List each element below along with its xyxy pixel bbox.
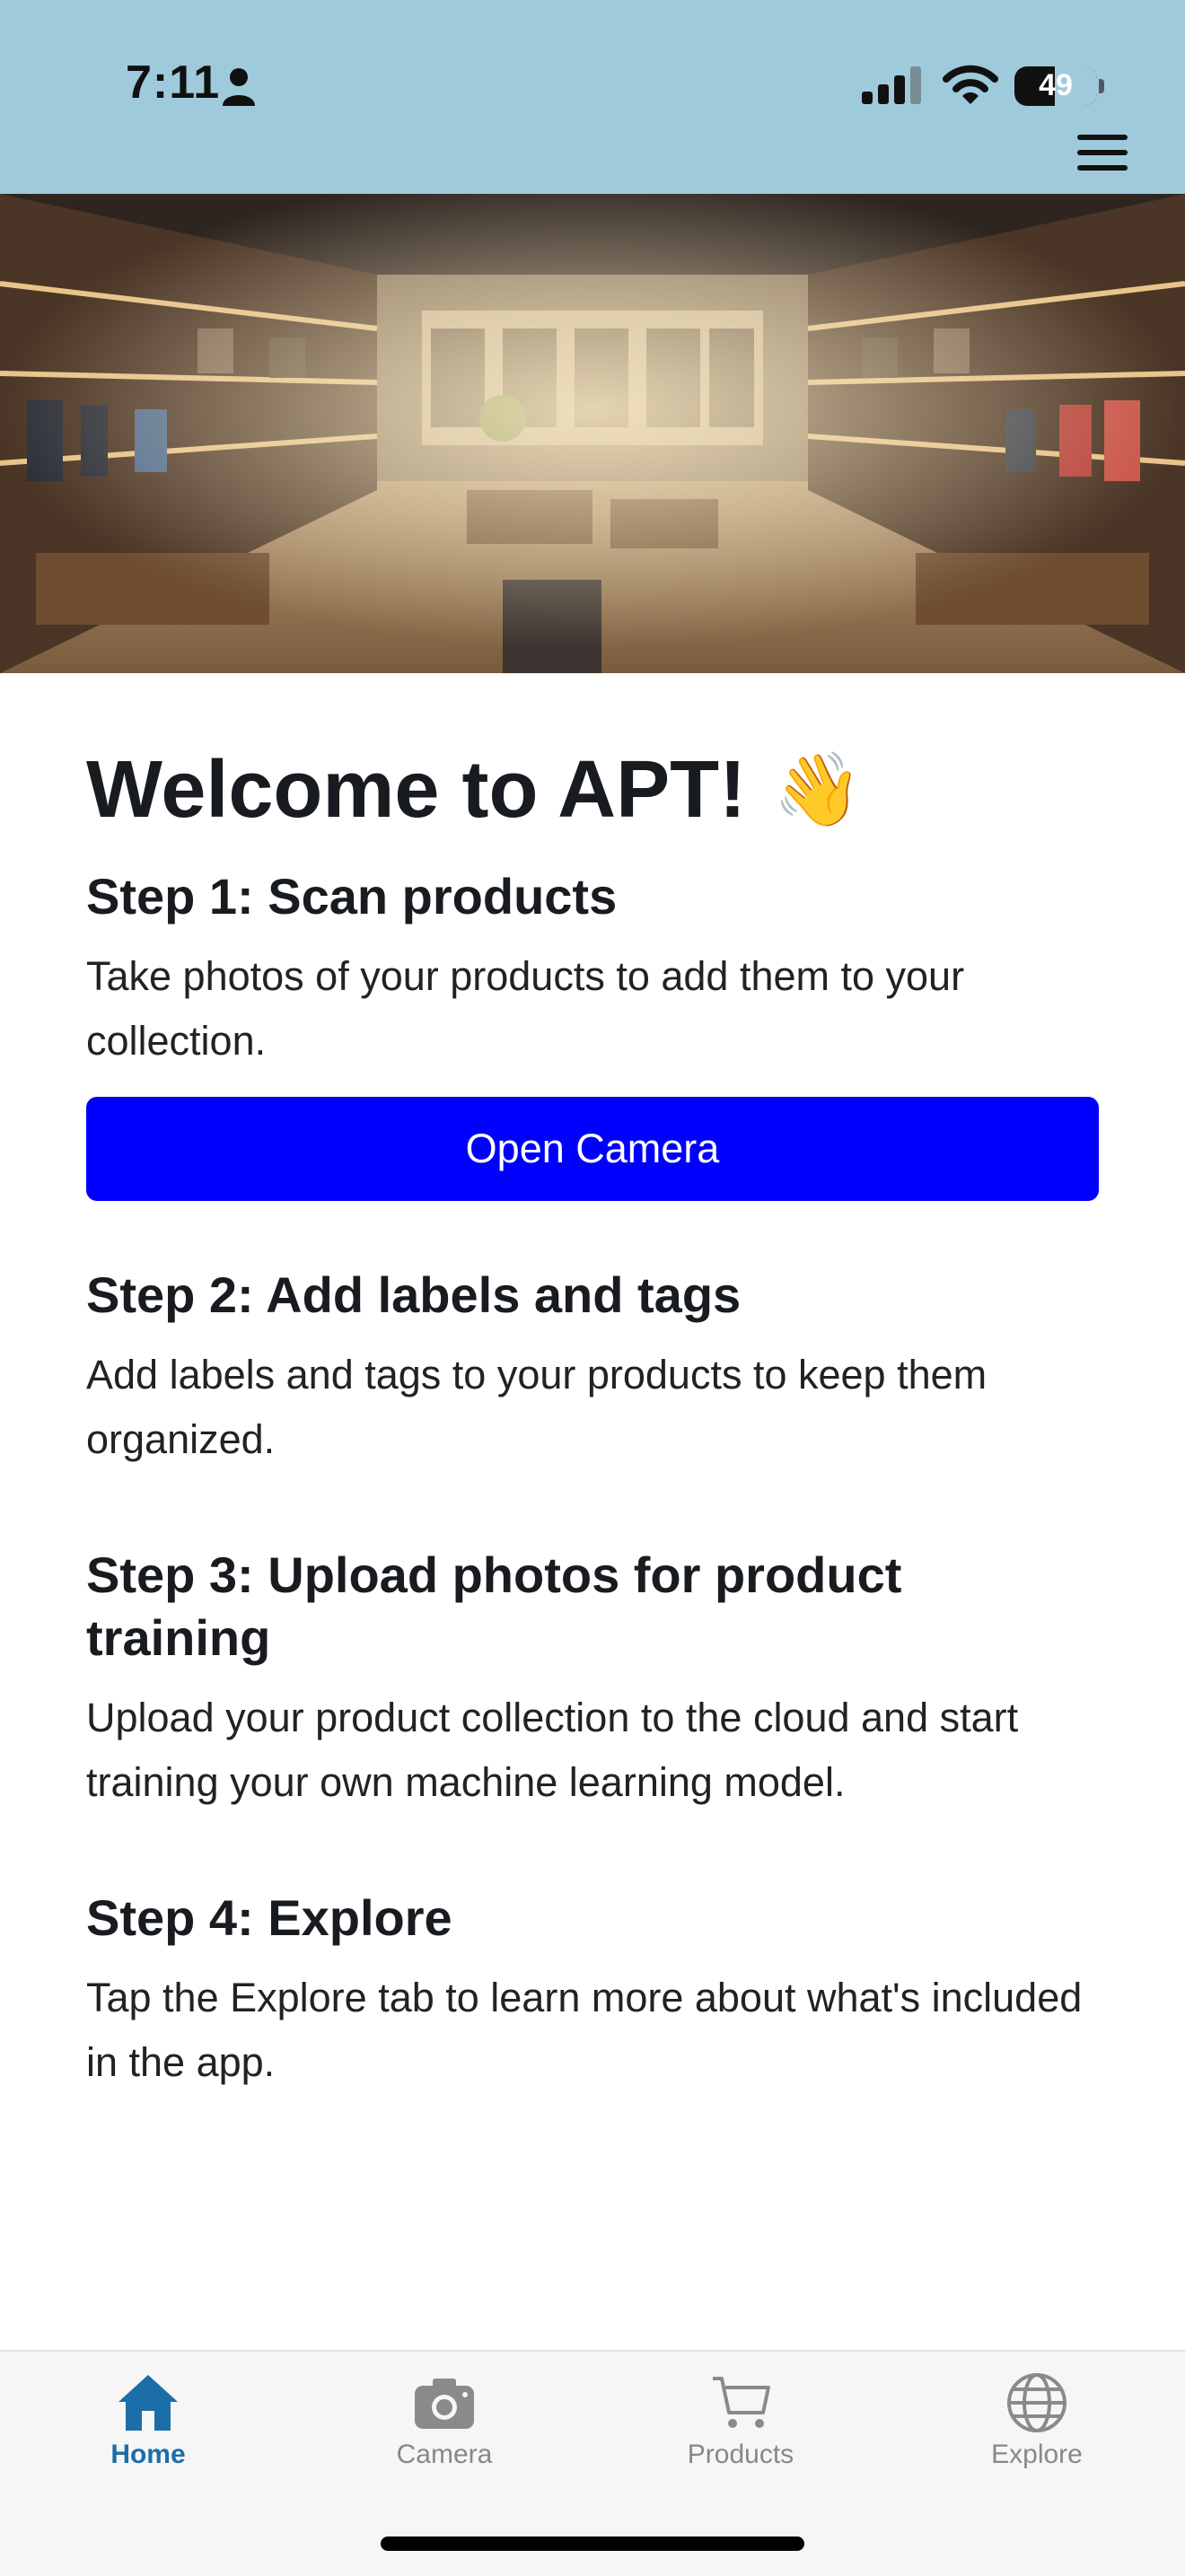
tab-products-label: Products xyxy=(687,2440,794,2469)
tab-home-label: Home xyxy=(110,2440,186,2469)
step-3-text: Upload your product collection to the cl… xyxy=(86,1695,1019,1805)
welcome-heading: Welcome to APT! 👋 xyxy=(86,736,1099,844)
battery-level: 49 xyxy=(1039,68,1073,102)
wifi-icon xyxy=(943,65,998,104)
home-indicator[interactable] xyxy=(381,2537,804,2551)
step-1-title: Step 1: Scan products xyxy=(86,868,618,924)
status-time: 7:11 xyxy=(126,57,221,109)
page-title: Welcome to APT! xyxy=(86,745,747,835)
battery-tip xyxy=(1099,79,1104,93)
step-4-text: Tap the Explore tab to learn more about … xyxy=(86,1975,1083,2085)
step-2-text: Add labels and tags to your products to … xyxy=(86,1352,988,1462)
hamburger-menu-icon[interactable] xyxy=(1077,135,1128,171)
tab-camera[interactable]: Camera xyxy=(296,2352,592,2486)
globe-icon xyxy=(1007,2373,1066,2432)
tab-explore[interactable]: Explore xyxy=(889,2352,1185,2486)
tab-products[interactable]: Products xyxy=(592,2352,889,2486)
cart-icon xyxy=(713,2377,770,2428)
tab-home[interactable]: Home xyxy=(0,2352,296,2486)
cellular-signal-icon xyxy=(862,66,921,104)
main-content: Welcome to APT! 👋 Step 1: Scan products … xyxy=(86,736,1099,2095)
step-4-title: Step 4: Explore xyxy=(86,1889,452,1946)
person-icon xyxy=(223,68,255,106)
step-1-text: Take photos of your products to add them… xyxy=(86,953,965,1064)
step-2-title: Step 2: Add labels and tags xyxy=(86,1266,742,1323)
home-icon xyxy=(118,2375,178,2431)
waving-hand-icon: 👋 xyxy=(773,749,863,829)
store-hero-image xyxy=(0,194,1185,673)
tab-explore-label: Explore xyxy=(991,2440,1083,2469)
header-bar: 7:11 49 xyxy=(0,0,1185,194)
battery-icon: 49 xyxy=(1014,66,1097,106)
step-3-title: Step 3: Upload photos for product traini… xyxy=(86,1546,902,1666)
store-illustration xyxy=(0,194,1185,673)
camera-icon xyxy=(415,2379,474,2429)
tab-camera-label: Camera xyxy=(396,2440,493,2469)
open-camera-button[interactable]: Open Camera xyxy=(86,1097,1099,1201)
